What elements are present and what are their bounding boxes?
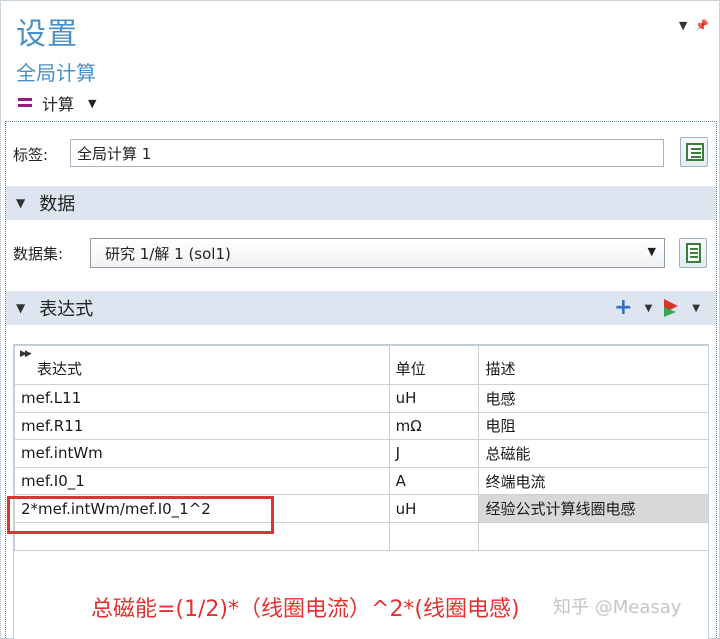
table-header-row: ▶▶ 表达式 单位 描述 [14, 345, 709, 385]
table-row[interactable]: mef.intWm J 总磁能 [14, 439, 709, 468]
desc-cell[interactable] [478, 521, 709, 551]
label-row: 标签: 全局计算 1 [13, 137, 709, 169]
highlight-box [7, 496, 274, 534]
page-subtitle: 全局计算 [16, 61, 96, 85]
window-controls: ▼ 📌 [679, 19, 709, 32]
unit-cell[interactable]: J [388, 439, 480, 468]
flag-icon[interactable] [664, 299, 680, 317]
chevron-down-icon: ▼ [647, 245, 656, 258]
table-row[interactable]: mef.R11 mΩ 电阻 [14, 411, 709, 441]
expr-cell[interactable]: mef.intWm [14, 439, 390, 468]
unit-cell[interactable]: uH [388, 384, 480, 413]
label-doc-icon [686, 143, 704, 161]
chevron-down-icon[interactable]: ▼ [692, 303, 700, 314]
settings-window: ▼ 📌 设置 全局计算 计算 ▼ 标签: 全局计算 1 ▼ 数据 数据集: 研究… [0, 0, 720, 639]
desc-cell[interactable]: 终端电流 [478, 466, 709, 496]
expr-toolbar: + ▼ ▼ [614, 297, 700, 319]
dataset-label: 数据集: [13, 245, 64, 263]
expr-cell[interactable]: mef.R11 [14, 411, 390, 441]
dataset-row: 数据集: 研究 1/解 1 (sol1) ▼ [13, 238, 709, 270]
dataset-select[interactable]: 研究 1/解 1 (sol1) ▼ [90, 238, 665, 268]
dataset-value: 研究 1/解 1 (sol1) [105, 245, 231, 263]
compute-menu[interactable]: 计算 ▼ [18, 91, 96, 115]
compute-label: 计算 [42, 95, 75, 114]
dataset-doc-icon [686, 243, 701, 263]
dataset-doc-button[interactable] [679, 238, 707, 268]
expr-cell[interactable]: mef.L11 [14, 384, 390, 413]
annotation-formula: 总磁能=(1/2)*（线圈电流）^2*(线圈电感) [91, 597, 520, 622]
expand-columns-icon[interactable]: ▶▶ [20, 349, 32, 359]
unit-cell[interactable]: A [388, 466, 480, 496]
table-row[interactable]: mef.L11 uH 电感 [14, 384, 709, 413]
pin-icon[interactable]: 📌 [695, 19, 709, 32]
desc-cell[interactable]: 电阻 [478, 411, 709, 441]
label-doc-button[interactable] [680, 137, 708, 167]
section-data-title: 数据 [39, 194, 76, 215]
section-expr-header[interactable]: ▼ 表达式 + ▼ ▼ [6, 291, 716, 325]
desc-cell[interactable]: 经验公式计算线圈电感 [478, 494, 709, 523]
desc-cell[interactable]: 电感 [478, 384, 709, 413]
unit-cell[interactable]: uH [388, 494, 480, 523]
watermark: 知乎 @Measay [553, 597, 682, 618]
add-icon[interactable]: + [614, 297, 632, 319]
page-title: 设置 [16, 17, 78, 52]
section-expr-title: 表达式 [39, 299, 94, 320]
column-header-description[interactable]: 描述 [478, 345, 709, 385]
column-header-expression[interactable]: ▶▶ 表达式 [14, 345, 390, 385]
desc-cell[interactable]: 总磁能 [478, 439, 709, 468]
section-data-header[interactable]: ▼ 数据 [6, 186, 716, 220]
label-field-label: 标签: [13, 145, 49, 164]
collapse-icon: ▼ [16, 196, 26, 210]
unit-cell[interactable]: mΩ [388, 411, 480, 441]
label-input[interactable]: 全局计算 1 [70, 139, 664, 167]
unit-cell[interactable] [388, 521, 480, 551]
chevron-down-icon: ▼ [88, 96, 97, 110]
eq-icon [18, 98, 32, 108]
collapse-icon: ▼ [16, 301, 26, 315]
table-row[interactable]: mef.I0_1 A 终端电流 [14, 466, 709, 496]
dropdown-menu-icon[interactable]: ▼ [679, 19, 687, 32]
column-header-unit[interactable]: 单位 [388, 345, 480, 385]
chevron-down-icon[interactable]: ▼ [645, 303, 653, 314]
expr-cell[interactable]: mef.I0_1 [14, 466, 390, 496]
